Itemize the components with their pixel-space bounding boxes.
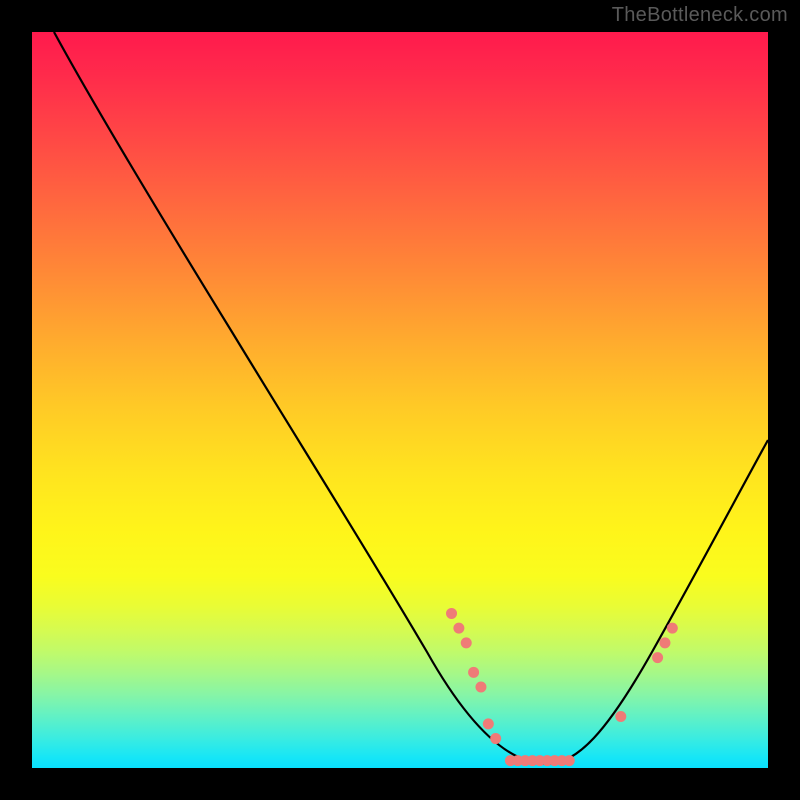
curve-marker [468,667,479,678]
curve-marker [564,755,575,766]
attribution-text: TheBottleneck.com [612,4,788,27]
curve-marker [659,637,670,648]
curve-marker [490,733,501,744]
curve-marker [461,637,472,648]
curve-marker [615,711,626,722]
curve-marker [667,623,678,634]
curve-marker [453,623,464,634]
curve-markers [446,608,678,766]
curve-marker [652,652,663,663]
chart-plot-area [32,32,768,768]
curve-marker [446,608,457,619]
curve-marker [475,682,486,693]
chart-svg [32,32,768,768]
curve-marker [483,718,494,729]
